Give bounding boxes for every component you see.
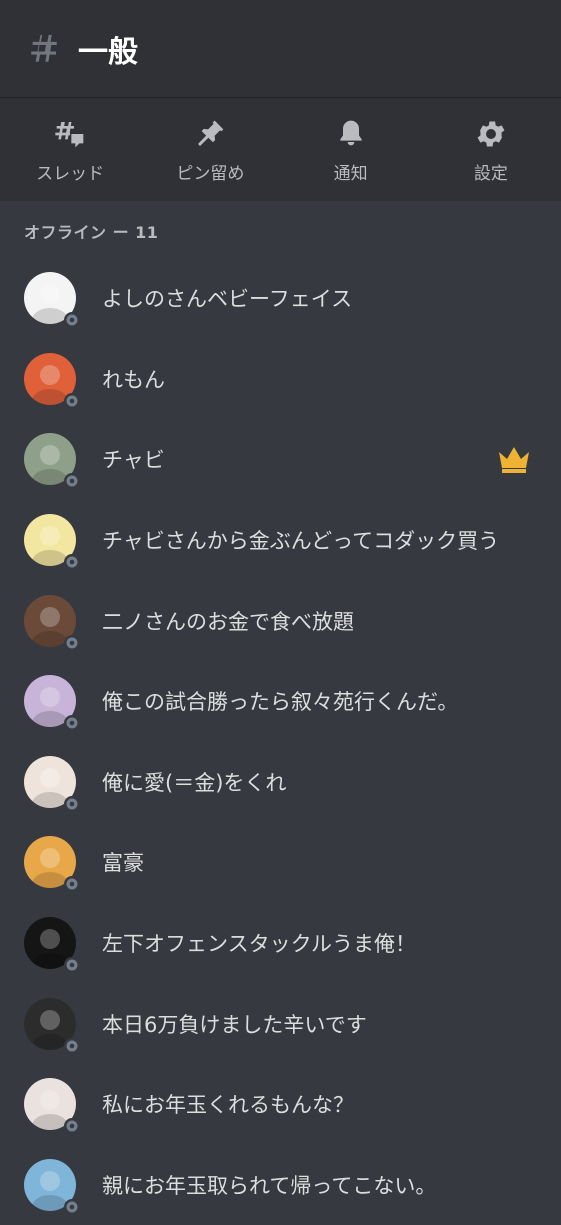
pin-icon (191, 115, 229, 153)
member-row[interactable]: 俺この試合勝ったら叙々苑行くんだ。 (0, 661, 561, 742)
offline-status-icon (64, 554, 80, 571)
member-row[interactable]: れもん (0, 339, 561, 420)
member-row[interactable]: チャビさんから金ぶんどってコダック買う (0, 500, 561, 581)
offline-status-icon (64, 795, 80, 812)
avatar-container (24, 594, 80, 651)
threads-button[interactable]: スレッド (0, 98, 140, 201)
member-row[interactable]: チャビ (0, 419, 561, 500)
offline-section-header: オフライン ー 11 (24, 223, 159, 242)
member-name: よしのさんベビーフェイス (102, 287, 353, 312)
notifications-label: 通知 (333, 164, 368, 184)
member-row[interactable]: 二ノさんのお金で食べ放題 (0, 580, 561, 661)
offline-status-icon (64, 634, 80, 651)
member-name: 親にお年玉取られて帰ってこない。 (102, 1173, 437, 1198)
avatar-container (24, 836, 80, 893)
gear-icon (472, 115, 510, 153)
offline-status-icon (64, 312, 80, 329)
avatar-container (24, 1158, 80, 1215)
avatar-container (24, 272, 80, 329)
pins-button[interactable]: ピン留め (140, 98, 280, 201)
channel-title: 一般 (78, 34, 138, 70)
notifications-button[interactable]: 通知 (281, 98, 421, 201)
avatar-container (24, 433, 80, 490)
avatar-container (24, 755, 80, 812)
offline-status-icon (64, 392, 80, 409)
offline-status-icon (64, 715, 80, 732)
avatar-container (24, 675, 80, 732)
member-name: 本日6万負けました辛いです (102, 1012, 367, 1037)
avatar-container (24, 514, 80, 571)
avatar-container (24, 352, 80, 409)
member-name: 二ノさんのお金で食べ放題 (102, 609, 354, 634)
offline-status-icon (64, 473, 80, 490)
member-name: チャビ (102, 448, 165, 473)
channel-header: 一般 (0, 0, 561, 98)
avatar-container (24, 1078, 80, 1135)
member-name: 私にお年玉くれるもんな？ (102, 1093, 354, 1118)
channel-toolbar: スレッド ピン留め 通知 設定 (0, 98, 561, 201)
member-name: 俺に愛(＝金)をくれ (102, 770, 287, 795)
member-row[interactable]: 俺に愛(＝金)をくれ (0, 742, 561, 823)
member-name: 俺この試合勝ったら叙々苑行くんだ。 (102, 690, 459, 715)
threads-label: スレッド (36, 164, 105, 184)
member-name: チャビさんから金ぶんどってコダック買う (102, 529, 500, 554)
hash-icon (26, 31, 62, 67)
avatar-container (24, 917, 80, 974)
member-row[interactable]: 親にお年玉取られて帰ってこない。 (0, 1145, 561, 1225)
member-row[interactable]: 左下オフェンスタックルうま俺！ (0, 903, 561, 984)
member-name: れもん (102, 367, 165, 392)
offline-status-icon (64, 1118, 80, 1135)
pins-label: ピン留め (176, 164, 245, 184)
offline-status-icon (64, 876, 80, 893)
member-row[interactable]: 本日6万負けました辛いです (0, 983, 561, 1064)
owner-crown-icon (497, 444, 531, 474)
offline-status-icon (64, 957, 80, 974)
member-row[interactable]: 富豪 (0, 822, 561, 903)
member-list: よしのさんベビーフェイス れもんチャビチャビさんから金ぶんどってコダック買う 二ノさ… (0, 258, 561, 1225)
member-row[interactable]: 私にお年玉くれるもんな？ (0, 1064, 561, 1145)
member-row[interactable]: よしのさんベビーフェイス (0, 258, 561, 339)
member-name: 左下オフェンスタックルうま俺！ (102, 932, 416, 957)
member-name: 富豪 (102, 851, 144, 876)
threads-icon (51, 115, 89, 153)
offline-status-icon (64, 1198, 80, 1215)
settings-button[interactable]: 設定 (421, 98, 561, 201)
avatar-container (24, 997, 80, 1054)
bell-icon (332, 115, 370, 153)
offline-status-icon (64, 1037, 80, 1054)
settings-label: 設定 (473, 164, 508, 184)
